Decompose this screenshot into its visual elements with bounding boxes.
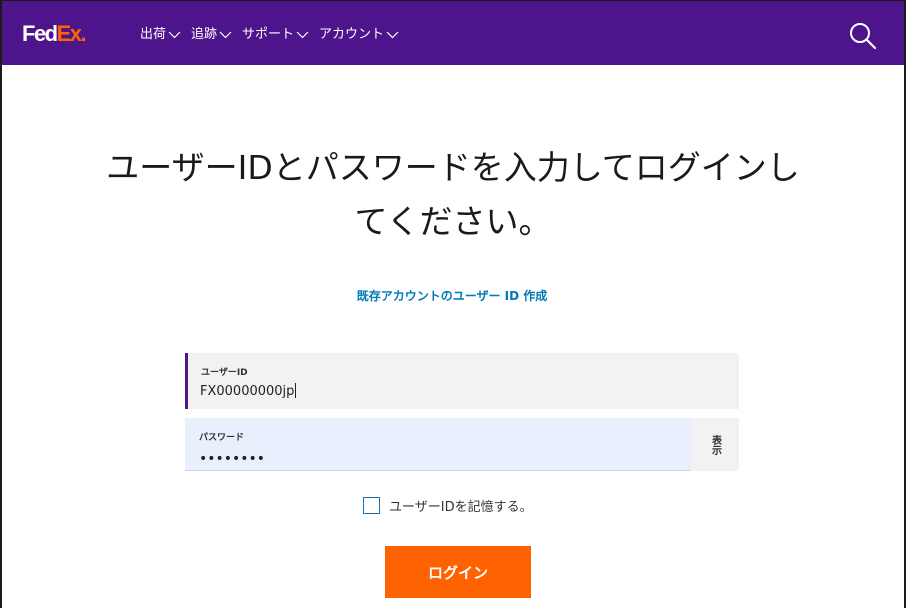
- remember-user-id-option[interactable]: ユーザーIDを記憶する。: [363, 496, 533, 515]
- logo-ex-text: Ex: [56, 21, 82, 46]
- password-input[interactable]: ••••••••: [199, 451, 265, 467]
- user-id-label: ユーザーID: [201, 368, 248, 378]
- nav-item-support[interactable]: サポート: [242, 27, 309, 43]
- search-icon[interactable]: [848, 21, 878, 51]
- nav-item-account[interactable]: アカウント: [319, 27, 399, 43]
- password-field[interactable]: パスワード •••••••• 表示: [185, 418, 739, 471]
- fedex-logo[interactable]: FedEx.: [22, 21, 87, 46]
- show-password-button[interactable]: 表示: [691, 418, 739, 471]
- page-title-line-1: ユーザーIDとパスワードを入力してログインし: [106, 148, 800, 187]
- page-title: ユーザーIDとパスワードを入力してログインし てください。: [72, 141, 834, 249]
- nav-item-label: サポート: [242, 27, 295, 42]
- main-nav: 出荷 追跡 サポート アカウント: [140, 27, 409, 43]
- nav-item-label: 追跡: [191, 27, 218, 42]
- logo-dot: .: [80, 21, 87, 46]
- login-button[interactable]: ログイン: [385, 546, 531, 598]
- chevron-down-icon: [219, 31, 232, 39]
- remember-user-id-checkbox[interactable]: [363, 497, 380, 514]
- password-label: パスワード: [199, 433, 245, 443]
- nav-item-tracking[interactable]: 追跡: [191, 27, 232, 43]
- chevron-down-icon: [386, 31, 399, 39]
- logo-fed-text: Fed: [22, 21, 58, 46]
- text-caret: [295, 383, 297, 398]
- user-id-input[interactable]: FX00000000jp: [200, 383, 297, 399]
- page-title-line-2: てください。: [354, 202, 552, 241]
- top-navigation-bar: FedEx. 出荷 追跡 サポート アカウント: [2, 1, 904, 65]
- chevron-down-icon: [296, 31, 309, 39]
- create-user-id-link[interactable]: 既存アカウントのユーザー ID 作成: [302, 287, 602, 304]
- page-frame: FedEx. 出荷 追跡 サポート アカウント ユーザーIDとパスワードを入力し…: [0, 0, 906, 608]
- remember-user-id-label: ユーザーIDを記憶する。: [389, 500, 533, 515]
- nav-item-label: 出荷: [140, 27, 167, 42]
- nav-item-shipping[interactable]: 出荷: [140, 27, 181, 43]
- user-id-field[interactable]: ユーザーID FX00000000jp: [185, 353, 739, 409]
- user-id-value: FX00000000jp: [200, 384, 295, 399]
- chevron-down-icon: [168, 31, 181, 39]
- nav-item-label: アカウント: [319, 27, 385, 42]
